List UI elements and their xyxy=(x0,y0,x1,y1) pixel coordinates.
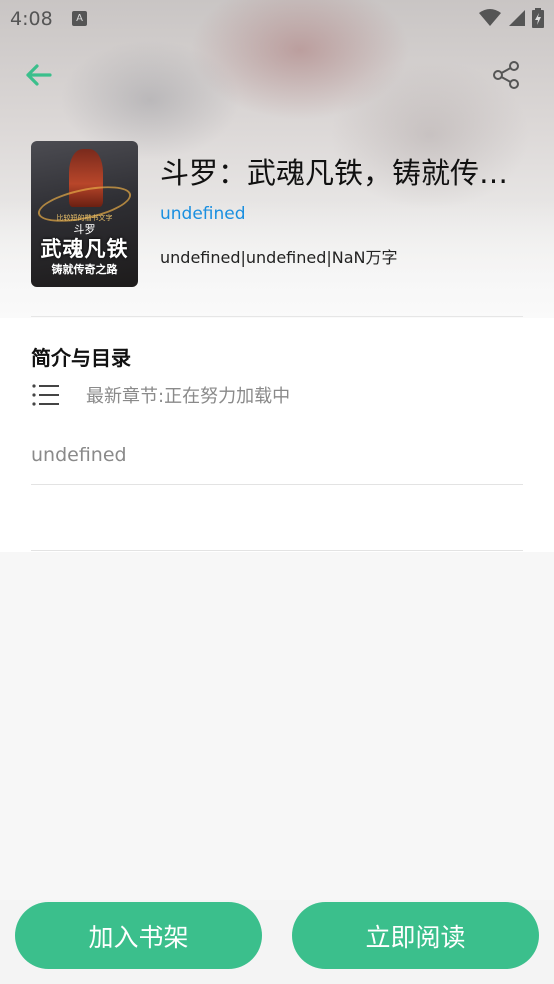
read-now-button[interactable]: 立即阅读 xyxy=(292,902,539,969)
notification-icon: A xyxy=(72,11,87,26)
share-icon xyxy=(493,61,519,89)
battery-icon xyxy=(532,8,544,28)
divider xyxy=(31,484,523,485)
status-bar: 4:08 A xyxy=(0,0,554,36)
cover-main-title: 武魂凡铁 xyxy=(40,236,129,261)
book-cover[interactable]: 比较短的楷书文字 斗罗 武魂凡铁 铸就传奇之路 xyxy=(31,141,138,287)
divider xyxy=(31,316,523,317)
divider xyxy=(31,550,523,551)
share-button[interactable] xyxy=(490,58,524,92)
latest-chapter[interactable]: 最新章节:正在努力加载中 xyxy=(86,382,290,408)
bottom-action-bar: 加入书架 立即阅读 xyxy=(0,900,554,984)
wifi-icon xyxy=(479,9,501,26)
add-to-shelf-button[interactable]: 加入书架 xyxy=(15,902,262,969)
intro-card: 简介与目录 最新章节:正在努力加载中 undefined xyxy=(0,316,554,552)
book-author[interactable]: undefined xyxy=(160,204,246,224)
section-title: 简介与目录 xyxy=(31,346,131,370)
status-time: 4:08 xyxy=(10,8,53,30)
signal-icon xyxy=(509,10,525,26)
back-button[interactable] xyxy=(22,58,56,92)
list-icon[interactable] xyxy=(31,382,61,408)
status-icons xyxy=(478,8,544,28)
book-meta: undefined|undefined|NaN万字 xyxy=(160,248,398,267)
book-title: 斗罗：武魂凡铁，铸就传奇之路 xyxy=(160,156,532,190)
arrow-left-icon xyxy=(26,64,52,86)
book-description: undefined xyxy=(31,444,127,466)
cover-subtitle: 铸就传奇之路 xyxy=(51,263,118,276)
